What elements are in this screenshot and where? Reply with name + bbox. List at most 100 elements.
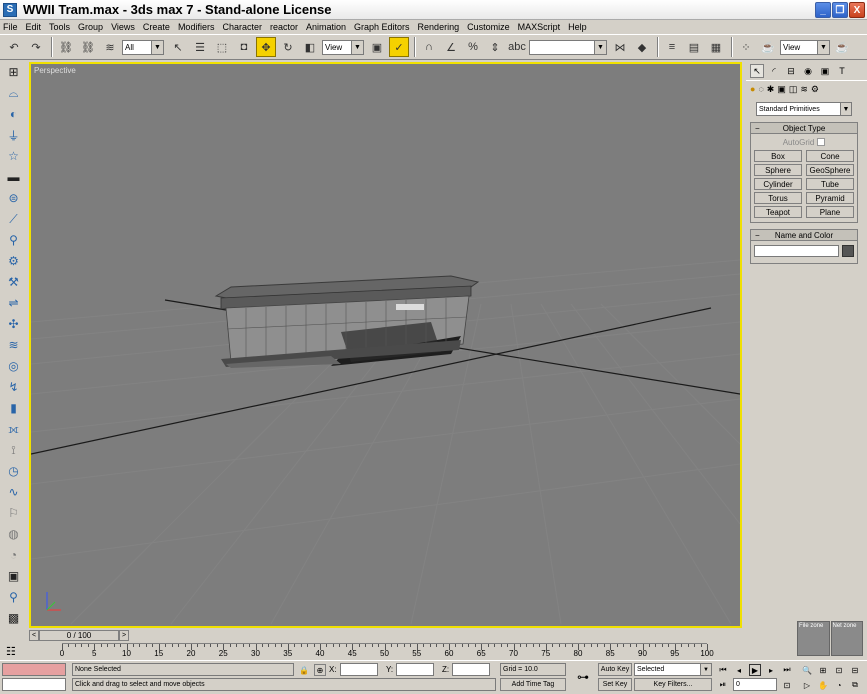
maxscript-input[interactable] <box>2 678 66 691</box>
redo-icon[interactable]: ↷ <box>26 37 46 57</box>
pan-icon[interactable]: ✋ <box>817 679 829 691</box>
layer-manager-icon[interactable]: ≡ <box>662 37 682 57</box>
utilities-tab-icon[interactable]: T <box>835 64 849 78</box>
menu-rendering[interactable]: Rendering <box>418 22 460 32</box>
menu-help[interactable]: Help <box>568 22 587 32</box>
arc-rotate-icon[interactable]: ◔ <box>833 679 845 691</box>
display-tab-icon[interactable]: ▣ <box>818 64 832 78</box>
render-view-dropdown[interactable]: View ▼ <box>780 39 830 55</box>
dynamics-icon[interactable]: ⚒ <box>3 272 25 292</box>
compound-icon[interactable]: ⊜ <box>3 188 25 208</box>
spacewarps-icon[interactable]: ☆ <box>3 146 25 166</box>
helpers-icon[interactable]: ⏚ <box>3 125 25 145</box>
lock-icon[interactable]: 🔒 <box>298 664 310 676</box>
absolute-mode-icon[interactable]: ⊕ <box>314 664 326 676</box>
selection-filter-dropdown[interactable]: All ▼ <box>122 39 164 55</box>
sphere-icon[interactable]: ◐ <box>3 104 25 124</box>
zoom-extents-all-icon[interactable]: ⊟ <box>849 664 861 676</box>
wind-icon[interactable]: ◔ <box>3 545 25 565</box>
bones-icon[interactable]: ⟗ <box>3 419 25 439</box>
rope-icon[interactable]: ∿ <box>3 482 25 502</box>
key-set-dropdown[interactable]: Selected ▼ <box>634 663 712 676</box>
previous-frame-icon[interactable]: ◂ <box>733 664 745 676</box>
perspective-viewport[interactable]: Perspective <box>29 62 742 628</box>
curve-editor-mini-icon[interactable]: ☷ <box>6 645 16 658</box>
create-tab-icon[interactable]: ↖ <box>750 64 764 78</box>
menu-edit[interactable]: Edit <box>26 22 42 32</box>
play-icon[interactable]: ▶ <box>749 664 761 676</box>
key-mode-icon[interactable]: ⏯ <box>717 679 729 691</box>
menu-maxscript[interactable]: MAXScript <box>518 22 561 32</box>
bind-space-warp-icon[interactable]: ≋ <box>100 37 120 57</box>
ref-coord-dropdown[interactable]: View ▼ <box>322 39 364 55</box>
nurbs-icon[interactable]: ⚙ <box>3 251 25 271</box>
maximize-viewport-icon[interactable]: ⧉ <box>849 679 861 691</box>
go-to-end-icon[interactable]: ⏭ <box>781 664 793 676</box>
cone-button[interactable]: Cone <box>806 150 854 162</box>
frame-ruler[interactable]: 0 5 10 15 20 25 30 35 40 45 50 55 60 65 70 75 80 85 90 95 10… <box>60 643 714 659</box>
menu-modifiers[interactable]: Modifiers <box>178 22 215 32</box>
motion-tab-icon[interactable]: ◉ <box>801 64 815 78</box>
camera-icon[interactable]: ▩ <box>3 608 25 628</box>
systems-icon[interactable]: ⚙ <box>811 84 819 95</box>
cameras-icon[interactable]: ▣ <box>777 84 786 95</box>
menu-file[interactable]: File <box>3 22 18 32</box>
name-color-header[interactable]: − Name and Color <box>751 230 857 241</box>
file-zone[interactable]: File zone <box>797 621 830 656</box>
helpers-category-icon[interactable]: ◫ <box>789 84 798 95</box>
hierarchy-tab-icon[interactable]: ⊟ <box>784 64 798 78</box>
time-config-icon[interactable]: ⊡ <box>781 679 793 691</box>
snap-toggle-icon[interactable]: ∩ <box>419 37 439 57</box>
teapot-button[interactable]: Teapot <box>754 206 802 218</box>
go-to-start-icon[interactable]: ⏮ <box>717 664 729 676</box>
schematic-view-icon[interactable]: ▦ <box>706 37 726 57</box>
menu-create[interactable]: Create <box>143 22 170 32</box>
cylinder-button[interactable]: Cylinder <box>754 178 802 190</box>
plane-button[interactable]: Plane <box>806 206 854 218</box>
windows-icon[interactable]: ✣ <box>3 314 25 334</box>
geometry-icon[interactable]: ● <box>750 84 755 95</box>
spinner-snap-icon[interactable]: ⇕ <box>485 37 505 57</box>
next-frame-icon[interactable]: ▸ <box>765 664 777 676</box>
set-key-button[interactable]: Set Key <box>598 678 632 691</box>
pyramid-button[interactable]: Pyramid <box>806 192 854 204</box>
motor-icon[interactable]: ◍ <box>3 524 25 544</box>
edit-named-sel-icon[interactable]: abc <box>507 37 527 57</box>
pivot-center-icon[interactable]: ▣ <box>367 37 387 57</box>
percent-snap-icon[interactable]: % <box>463 37 483 57</box>
shapes-category-icon[interactable]: ◌ <box>758 84 763 95</box>
menu-tools[interactable]: Tools <box>49 22 70 32</box>
menu-animation[interactable]: Animation <box>306 22 346 32</box>
minimize-button[interactable]: _ <box>815 2 831 18</box>
sphere-button[interactable]: Sphere <box>754 164 802 176</box>
undo-icon[interactable]: ↶ <box>4 37 24 57</box>
close-button[interactable]: X <box>849 2 865 18</box>
menu-group[interactable]: Group <box>78 22 103 32</box>
curve-editor-icon[interactable]: ▤ <box>684 37 704 57</box>
y-field[interactable] <box>396 663 434 676</box>
preview-icon[interactable]: ▣ <box>3 566 25 586</box>
zoom-icon[interactable]: 🔍 <box>801 664 813 676</box>
stairs-icon[interactable]: ≋ <box>3 335 25 355</box>
menu-reactor[interactable]: reactor <box>270 22 298 32</box>
patch-icon[interactable]: ⚲ <box>3 230 25 250</box>
hierarchy-icon[interactable]: ⚲ <box>3 587 25 607</box>
mirror-icon[interactable]: ⋈ <box>610 37 630 57</box>
tube-button[interactable]: Tube <box>806 178 854 190</box>
menu-views[interactable]: Views <box>111 22 135 32</box>
spacewarps-category-icon[interactable]: ≋ <box>800 84 808 95</box>
field-of-view-icon[interactable]: ▷ <box>801 679 813 691</box>
particles-icon[interactable]: ⟋ <box>3 209 25 229</box>
current-frame-field[interactable]: 0 <box>733 678 777 691</box>
tram-model[interactable] <box>214 275 480 368</box>
link-icon[interactable]: ⛓ <box>56 37 76 57</box>
time-next-button[interactable]: > <box>119 629 129 641</box>
autogrid-checkbox[interactable] <box>817 138 826 146</box>
maxscript-listener-mini[interactable] <box>2 663 66 676</box>
object-color-swatch[interactable] <box>842 245 854 257</box>
window-crossing-icon[interactable]: ◘ <box>234 37 254 57</box>
doors-icon[interactable]: ⇌ <box>3 293 25 313</box>
net-zone[interactable]: Net zone <box>830 621 863 656</box>
torus-button[interactable]: Torus <box>754 192 802 204</box>
scale-icon[interactable]: ◧ <box>300 37 320 57</box>
